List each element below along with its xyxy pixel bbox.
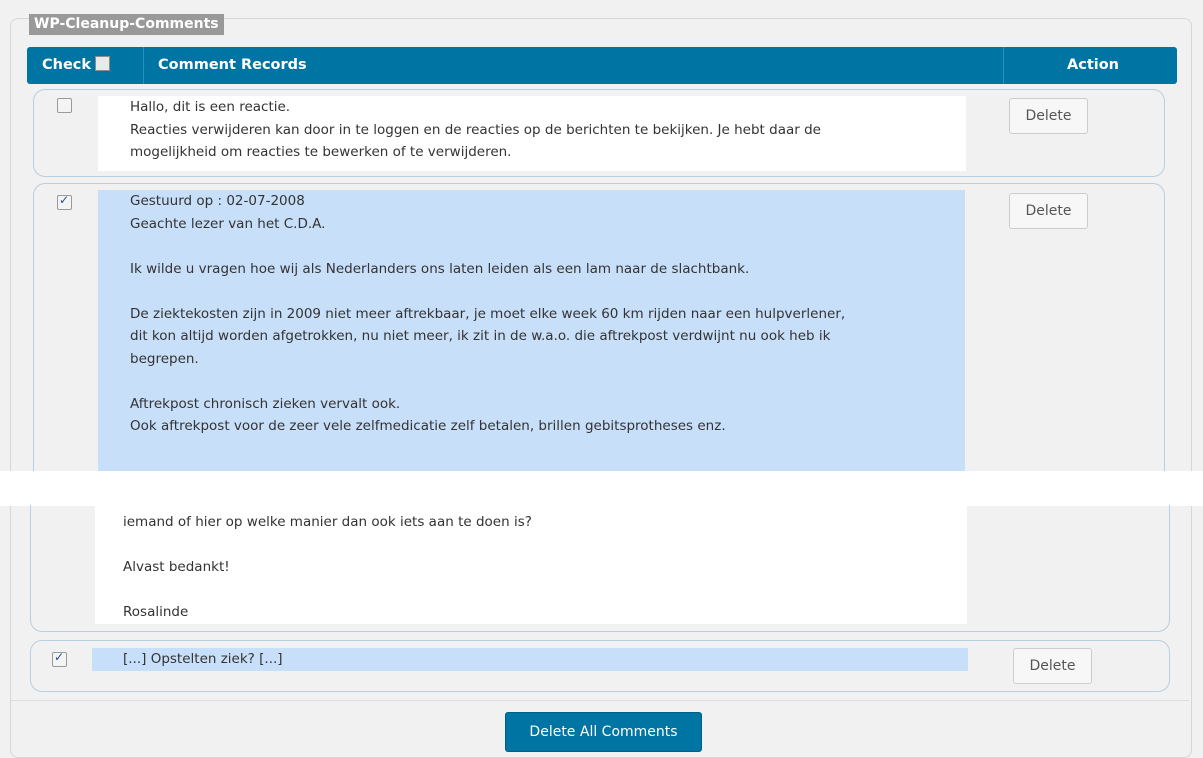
delete-button[interactable]: Delete (1009, 98, 1088, 134)
comment-line: De ziektekosten zijn in 2009 niet meer a… (130, 305, 846, 322)
comment-text-selected: [...] Opstelten ziek? [...] (92, 648, 968, 671)
header-action: Action (1067, 57, 1120, 73)
row-checkbox[interactable] (57, 193, 72, 210)
comment-line: iemand of hier op welke manier dan ook i… (123, 514, 532, 530)
header-divider (1003, 47, 1004, 84)
fieldset-legend: WP-Cleanup-Comments (29, 14, 224, 35)
comment-line: Ik wilde u vragen hoe wij als Nederlande… (130, 260, 750, 277)
comment-line: [...] Opstelten ziek? [...] (123, 651, 283, 667)
comment-text-continued: iemand of hier op welke manier dan ook i… (95, 506, 967, 624)
delete-button[interactable]: Delete (1013, 648, 1092, 684)
divider (11, 700, 1189, 701)
comment-line: begrepen. (130, 350, 199, 367)
comment-line: Alvast bedankt! (123, 559, 230, 575)
header-check: Check (42, 47, 111, 84)
row-checkbox[interactable] (52, 650, 67, 667)
comment-line: Geachte lezer van het C.D.A. (130, 215, 326, 232)
table-header: Check Comment Records Action (27, 47, 1177, 84)
comment-text-selected: Gestuurd op : 02-07-2008 Geachte lezer v… (98, 190, 965, 471)
comment-line: Rosalinde (123, 604, 189, 620)
header-records: Comment Records (158, 57, 307, 73)
delete-all-comments-button[interactable]: Delete All Comments (505, 712, 702, 752)
comment-line: mogelijkheid om reacties te bewerken of … (130, 144, 512, 160)
comment-line: dit kon altijd worden afgetrokken, nu ni… (130, 328, 831, 344)
select-all-checkbox[interactable] (95, 56, 111, 71)
comment-line: Ook aftrekpost voor de zeer vele zelfmed… (130, 418, 726, 434)
comment-line: Hallo, dit is een reactie. (130, 99, 291, 115)
comment-line: Aftrekpost chronisch zieken vervalt ook. (130, 395, 401, 412)
header-divider (143, 47, 144, 84)
comment-line: Reacties verwijderen kan door in te logg… (130, 121, 821, 138)
row-checkbox[interactable] (57, 98, 72, 113)
header-check-label: Check (42, 57, 92, 73)
screenshot-seam (0, 471, 1203, 506)
comment-text: Hallo, dit is een reactie. Reacties verw… (98, 96, 966, 171)
comment-line: Gestuurd op : 02-07-2008 (130, 193, 305, 209)
delete-button[interactable]: Delete (1009, 193, 1088, 229)
